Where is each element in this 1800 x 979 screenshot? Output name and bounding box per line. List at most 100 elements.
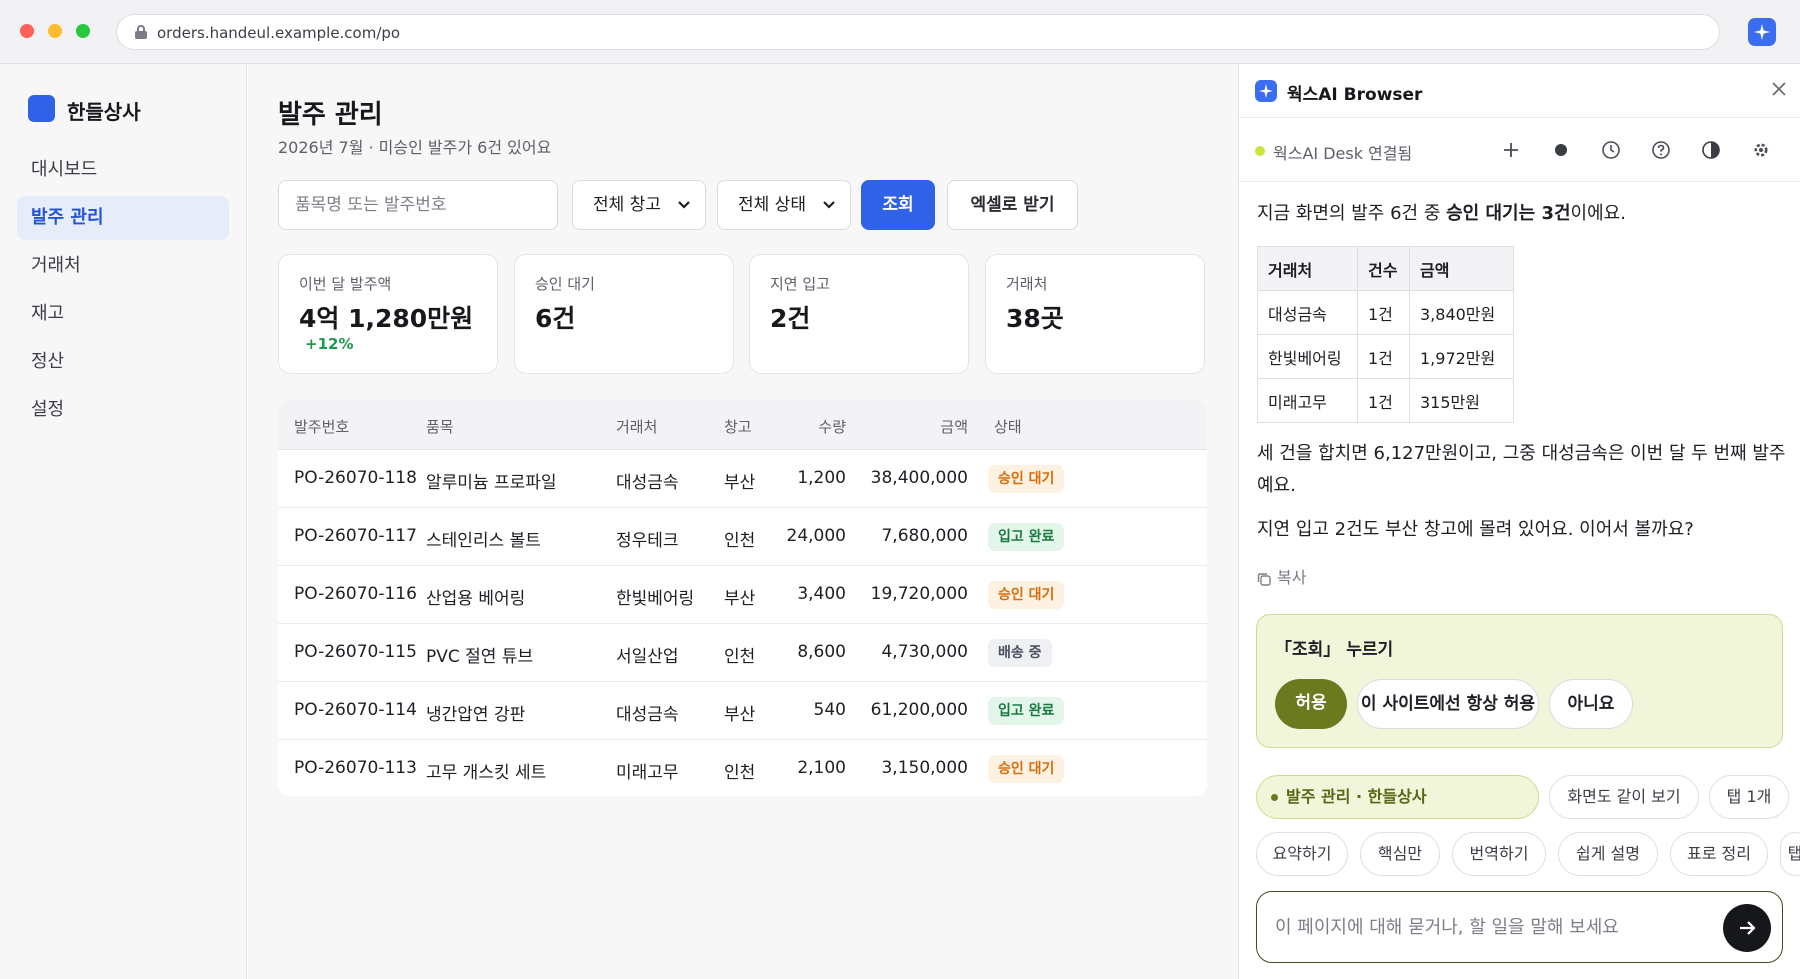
quick-chip-summarize[interactable]: 요약하기: [1256, 832, 1348, 876]
cell-qty: 1,200: [797, 468, 846, 488]
column-header-item: 품목: [426, 418, 454, 436]
sidebar-item-settlement[interactable]: 정산: [17, 340, 229, 384]
quick-chip-table[interactable]: 표로 정리: [1670, 832, 1768, 876]
sidebar-item-settings[interactable]: 설정: [17, 388, 229, 432]
cell-amount: 19,720,000: [870, 584, 968, 604]
allow-button[interactable]: 허용: [1275, 679, 1347, 729]
arrow-right-icon: [1740, 921, 1756, 935]
status-select[interactable]: 전체 상태: [717, 180, 851, 230]
panel-toolbar: 웍스AI Desk 연결됨: [1239, 118, 1800, 182]
close-icon[interactable]: [1769, 79, 1789, 99]
chat-composer: [1256, 891, 1783, 963]
summary-cell: 대성금속: [1257, 290, 1358, 335]
summary-cell: 1건: [1357, 290, 1410, 335]
cell-po: PO-26070-115: [294, 642, 417, 662]
stat-delta: +12%: [305, 335, 354, 353]
cell-warehouse: 인천: [724, 531, 756, 551]
column-header-warehouse: 창고: [724, 418, 752, 436]
warehouse-select[interactable]: 전체 창고: [572, 180, 706, 230]
quick-chip-tabs[interactable]: 탭: [1780, 832, 1800, 876]
table-row[interactable]: PO-26070-114 냉간압연 강판 대성금속 부산 540 61,200,000 입고…: [278, 682, 1207, 740]
panel-title: 웍스AI Browser: [1287, 85, 1423, 105]
search-input[interactable]: [278, 180, 558, 230]
status-badge: 승인 대기: [988, 465, 1065, 493]
summary-cell: 한빛베어링: [1257, 334, 1358, 379]
cell-qty: 2,100: [797, 758, 846, 778]
orders-table: 발주번호 품목 거래처 창고 수량 금액 상태 PO-26070-118 알루미늄…: [278, 400, 1207, 796]
search-button[interactable]: 조회: [861, 180, 935, 230]
cell-warehouse: 부산: [724, 589, 756, 609]
maximize-window-button[interactable]: [76, 24, 90, 38]
status-select-value: 전체 상태: [738, 195, 806, 215]
stat-label: 거래처: [1006, 275, 1048, 293]
summary-cell: 1건: [1357, 334, 1410, 379]
cell-item: 알루미늄 프로파일: [426, 473, 557, 493]
column-header-po: 발주번호: [294, 418, 350, 436]
contrast-icon[interactable]: [1701, 140, 1721, 160]
ai-logo-icon: [1255, 80, 1277, 102]
send-button[interactable]: [1723, 904, 1771, 952]
stat-value: 38곳: [1006, 304, 1064, 333]
help-icon[interactable]: [1651, 140, 1671, 160]
table-row[interactable]: PO-26070-117 스테인리스 볼트 정우테크 인천 24,000 7,680,00…: [278, 508, 1207, 566]
quick-chip-key-points[interactable]: 핵심만: [1360, 832, 1440, 876]
summary-header: 건수: [1357, 246, 1410, 291]
status-badge: 승인 대기: [988, 581, 1065, 609]
lock-icon: [135, 25, 147, 39]
stat-card-vendors: 거래처 38곳: [985, 254, 1205, 374]
context-chip-tabs[interactable]: 탭 1개: [1709, 775, 1789, 819]
stat-label: 이번 달 발주액: [299, 275, 392, 293]
table-row[interactable]: PO-26070-118 알루미늄 프로파일 대성금속 부산 1,200 38,400,0…: [278, 450, 1207, 508]
approval-title: 「조회」 누르기: [1275, 640, 1394, 660]
address-bar[interactable]: orders.handeul.example.com/po: [116, 14, 1720, 50]
context-chip-screen[interactable]: 화면도 같이 보기: [1549, 775, 1699, 819]
always-allow-button[interactable]: 이 사이트에선 항상 허용: [1357, 679, 1539, 729]
connection-status-dot: [1255, 146, 1265, 156]
minimize-window-button[interactable]: [48, 24, 62, 38]
sparkle-icon: [1754, 24, 1770, 40]
warehouse-select-value: 전체 창고: [593, 195, 661, 215]
deny-button[interactable]: 아니요: [1549, 679, 1633, 729]
cell-amount: 3,150,000: [881, 758, 968, 778]
table-row[interactable]: PO-26070-115 PVC 절연 튜브 서일산업 인천 8,600 4,730,00…: [278, 624, 1207, 682]
status-badge: 입고 완료: [988, 697, 1065, 725]
quick-chip-simplify[interactable]: 쉽게 설명: [1558, 832, 1658, 876]
column-header-vendor: 거래처: [616, 418, 658, 436]
sidebar-item-inventory[interactable]: 재고: [17, 292, 229, 336]
stat-label: 승인 대기: [535, 275, 595, 293]
cell-vendor: 정우테크: [616, 531, 679, 551]
quick-chip-translate[interactable]: 번역하기: [1452, 832, 1546, 876]
cell-qty: 540: [813, 700, 846, 720]
page-subtitle: 2026년 7월 · 미승인 발주가 6건 있어요: [278, 138, 552, 157]
sidebar-item-dashboard[interactable]: 대시보드: [17, 148, 229, 192]
cell-vendor: 서일산업: [616, 647, 679, 667]
cell-vendor: 한빛베어링: [616, 589, 695, 609]
url-text: orders.handeul.example.com/po: [157, 24, 401, 42]
cell-vendor: 대성금속: [616, 705, 679, 725]
context-chip-page[interactable]: 발주 관리 · 한들상사: [1256, 775, 1539, 819]
action-approval-card: 「조회」 누르기 허용 이 사이트에선 항상 허용 아니요: [1256, 614, 1783, 748]
chat-input[interactable]: [1275, 912, 1695, 942]
stat-value: 6건: [535, 304, 576, 333]
cell-vendor: 미래고무: [616, 763, 679, 783]
cell-warehouse: 인천: [724, 763, 756, 783]
copy-button[interactable]: 복사: [1257, 564, 1306, 588]
column-header-status: 상태: [994, 418, 1022, 436]
gear-icon[interactable]: [1751, 140, 1771, 160]
brand-logo: [28, 95, 55, 122]
summary-table: 거래처 건수 금액 대성금속 1건 3,840만원 한빛베어링 1건 1,972…: [1257, 246, 1514, 423]
brand-name: 한들상사: [67, 100, 141, 124]
ai-extension-button[interactable]: [1748, 18, 1776, 46]
table-row[interactable]: PO-26070-113 고무 개스킷 세트 미래고무 인천 2,100 3,150,00…: [278, 740, 1207, 796]
cell-warehouse: 부산: [724, 705, 756, 725]
history-icon[interactable]: [1601, 140, 1621, 160]
copy-icon: [1257, 572, 1271, 586]
excel-download-button[interactable]: 엑셀로 받기: [947, 180, 1078, 230]
plus-icon[interactable]: [1501, 140, 1521, 160]
sidebar-item-orders[interactable]: 발주 관리: [17, 196, 229, 240]
record-icon[interactable]: [1551, 140, 1571, 160]
column-header-amount: 금액: [940, 418, 968, 436]
table-row[interactable]: PO-26070-116 산업용 베어링 한빛베어링 부산 3,400 19,720,00…: [278, 566, 1207, 624]
sidebar-item-vendors[interactable]: 거래처: [17, 244, 229, 288]
close-window-button[interactable]: [20, 24, 34, 38]
